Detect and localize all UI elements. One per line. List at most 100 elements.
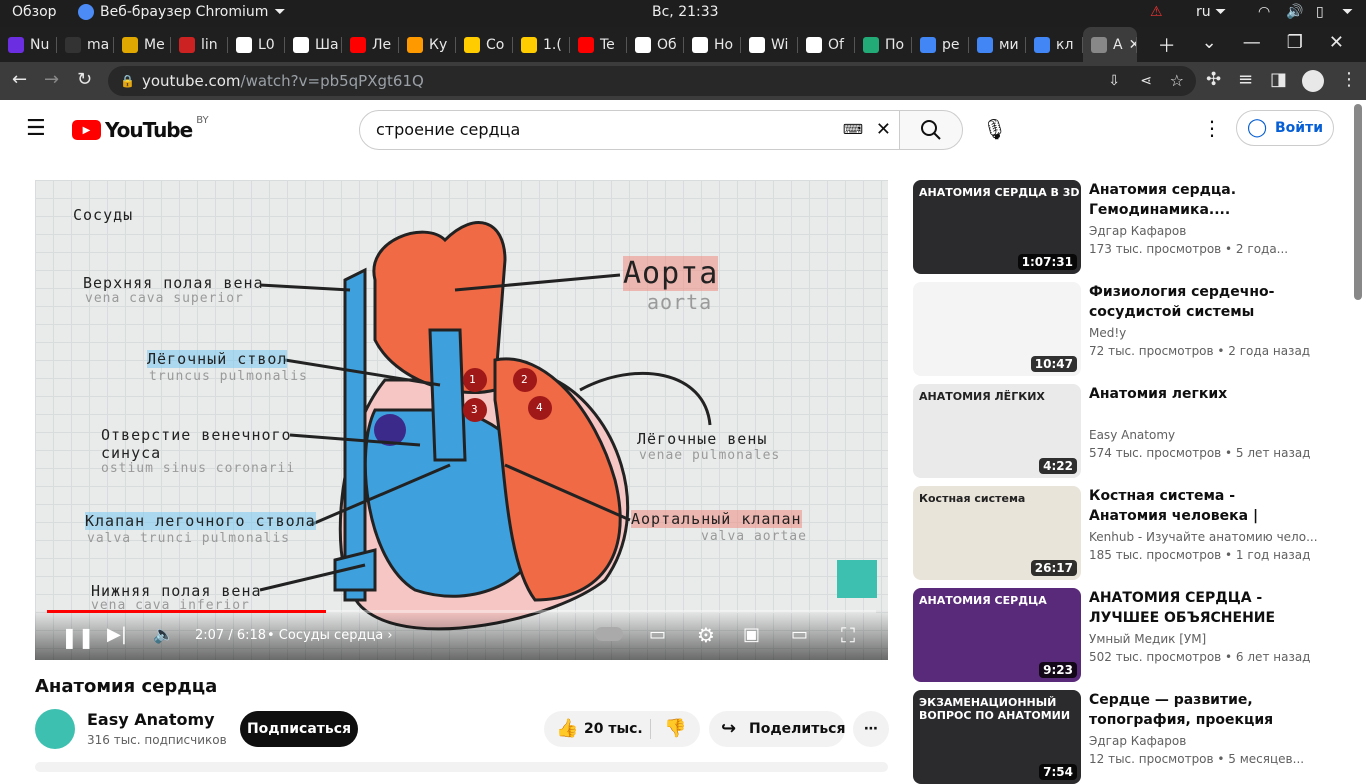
battery-icon[interactable]: ▯: [1316, 4, 1324, 20]
reload-icon[interactable]: ↻: [77, 70, 92, 90]
warning-icon[interactable]: ⚠: [1150, 4, 1163, 20]
settings-gear-icon[interactable]: ⚙: [697, 623, 715, 647]
channel-avatar[interactable]: [35, 709, 75, 749]
browser-tab[interactable]: lin: [171, 27, 228, 62]
next-button[interactable]: ▶|: [107, 624, 127, 645]
related-video[interactable]: АНАТОМИЯ СЕРДЦА В 3D 1:07:31 Анатомия се…: [913, 180, 1333, 274]
browser-tab[interactable]: L0: [228, 27, 285, 62]
browser-tab[interactable]: Te: [570, 27, 627, 62]
related-title[interactable]: Физиология сердечно-сосудистой системы: [1089, 282, 1289, 322]
related-title[interactable]: АНАТОМИЯ СЕРДЦА - ЛУЧШЕЕ ОБЪЯСНЕНИЕ ЗА 1…: [1089, 588, 1289, 628]
site-info-icon[interactable]: 🔒: [120, 66, 135, 96]
volume-icon[interactable]: 🔊: [1286, 4, 1303, 20]
browser-tab[interactable]: ре: [912, 27, 969, 62]
media-controls-icon[interactable]: ≡: [1238, 70, 1253, 90]
related-title[interactable]: Костная система - Анатомия человека | Ke…: [1089, 486, 1289, 526]
browser-tab[interactable]: Ку: [399, 27, 456, 62]
browser-tab[interactable]: ma: [57, 27, 114, 62]
side-panel-icon[interactable]: ◨: [1270, 70, 1287, 90]
clear-search-icon[interactable]: ✕: [876, 111, 891, 149]
related-thumbnail[interactable]: 10:47: [913, 282, 1081, 376]
browser-tab[interactable]: Co: [456, 27, 513, 62]
install-app-icon[interactable]: ⇩: [1108, 66, 1120, 96]
related-channel[interactable]: Easy Anatomy: [1089, 428, 1175, 442]
tab-search-icon[interactable]: ⌄: [1202, 32, 1217, 58]
voice-search-icon[interactable]: 🎙: [982, 117, 1007, 141]
related-thumbnail[interactable]: АНАТОМИЯ СЕРДЦА 9:23: [913, 588, 1081, 682]
related-video[interactable]: АНАТОМИЯ СЕРДЦА 9:23 АНАТОМИЯ СЕРДЦА - Л…: [913, 588, 1333, 682]
progress-bar[interactable]: [47, 610, 876, 613]
description-box[interactable]: [35, 762, 888, 772]
browser-tab[interactable]: Of: [798, 27, 855, 62]
related-channel[interactable]: Эдгар Кафаров: [1089, 734, 1186, 748]
browser-tab[interactable]: А ✕: [1083, 27, 1137, 62]
browser-tab[interactable]: Me: [114, 27, 171, 62]
related-thumbnail[interactable]: ЭКЗАМЕНАЦИОННЫЙ ВОПРОС ПО АНАТОМИИ 7:54: [913, 690, 1081, 784]
like-icon[interactable]: 👍: [556, 711, 578, 747]
minimize-button[interactable]: —: [1243, 32, 1261, 58]
browser-tab[interactable]: 1.(: [513, 27, 570, 62]
signin-button[interactable]: ◯ Войти: [1236, 110, 1334, 146]
browser-tab[interactable]: кл: [1026, 27, 1083, 62]
fullscreen-icon[interactable]: ⛶: [841, 623, 855, 647]
autoplay-toggle[interactable]: [595, 627, 623, 641]
search-input[interactable]: строение сердца ⌨ ✕: [359, 110, 900, 150]
related-video[interactable]: Костная система 26:17 Костная система - …: [913, 486, 1333, 580]
app-menu[interactable]: Веб-браузер Chromium ⏷: [78, 4, 286, 20]
video-player[interactable]: Сосуды Верхняя полая вена vena cava supe…: [35, 180, 888, 660]
close-window-button[interactable]: ✕: [1329, 32, 1344, 58]
search-button[interactable]: [899, 110, 963, 150]
related-video[interactable]: АНАТОМИЯ ЛЁГКИХ 4:22 Анатомия легких Eas…: [913, 384, 1333, 478]
like-count[interactable]: 20 тыс.: [584, 711, 643, 747]
forward-icon[interactable]: →: [44, 70, 59, 90]
related-title[interactable]: Анатомия легких: [1089, 384, 1289, 404]
menu-kebab-icon[interactable]: ⋮: [1340, 70, 1358, 90]
subscribe-button[interactable]: Подписаться: [240, 711, 358, 747]
keyboard-layout[interactable]: ru ⏷: [1196, 4, 1226, 20]
settings-kebab-icon[interactable]: ⋮: [1202, 116, 1222, 140]
power-menu-icon[interactable]: ⏷: [1342, 4, 1353, 20]
related-channel[interactable]: Kenhub - Изучайте анатомию чело...: [1089, 530, 1318, 544]
maximize-button[interactable]: ❐: [1287, 32, 1303, 58]
theater-mode-icon[interactable]: ▭: [791, 624, 808, 645]
related-video[interactable]: 10:47 Физиология сердечно-сосудистой сис…: [913, 282, 1333, 376]
miniplayer-icon[interactable]: ▣: [743, 624, 760, 645]
related-title[interactable]: Сердце — развитие, топография, проекция …: [1089, 690, 1289, 730]
browser-tab[interactable]: Но: [684, 27, 741, 62]
address-bar[interactable]: 🔒 youtube.com/watch?v=pb5qPXgt61Q ⇩ ⋖ ☆: [108, 66, 1196, 96]
youtube-logo[interactable]: ▶ YouTube BY: [72, 115, 209, 142]
profile-icon[interactable]: [1302, 70, 1324, 92]
channel-name[interactable]: Easy Anatomy: [87, 710, 215, 729]
related-channel[interactable]: Умный Медик [УМ]: [1089, 632, 1206, 646]
pause-button[interactable]: ❚❚: [61, 625, 95, 649]
share-button[interactable]: ↪ Поделиться: [709, 711, 845, 747]
browser-tab[interactable]: Wi: [741, 27, 798, 62]
related-title[interactable]: Анатомия сердца. Гемодинамика....: [1089, 180, 1289, 220]
volume-button[interactable]: 🔈: [153, 625, 174, 645]
activities-button[interactable]: Обзор: [12, 4, 57, 20]
clock[interactable]: Вс, 21:33: [652, 4, 719, 20]
subtitles-icon[interactable]: ▭: [649, 624, 666, 645]
wifi-icon[interactable]: ◠: [1258, 4, 1270, 20]
related-channel[interactable]: Эдгар Кафаров: [1089, 224, 1186, 238]
bookmark-star-icon[interactable]: ☆: [1170, 66, 1184, 96]
more-actions-button[interactable]: ⋯: [853, 711, 889, 747]
scrollbar-thumb[interactable]: [1354, 104, 1362, 300]
close-tab-icon[interactable]: ✕: [1129, 37, 1137, 53]
browser-tab[interactable]: Nu: [0, 27, 57, 62]
share-icon[interactable]: ⋖: [1140, 66, 1152, 96]
browser-tab[interactable]: По: [855, 27, 912, 62]
back-icon[interactable]: ←: [12, 70, 27, 90]
related-channel[interactable]: Med!y: [1089, 326, 1126, 340]
related-thumbnail[interactable]: АНАТОМИЯ СЕРДЦА В 3D 1:07:31: [913, 180, 1081, 274]
dislike-icon[interactable]: 👎: [664, 711, 686, 747]
chapter-button[interactable]: • Сосуды сердца ›: [267, 628, 393, 643]
browser-tab[interactable]: Ша: [285, 27, 342, 62]
related-video[interactable]: ЭКЗАМЕНАЦИОННЫЙ ВОПРОС ПО АНАТОМИИ 7:54 …: [913, 690, 1333, 784]
related-thumbnail[interactable]: АНАТОМИЯ ЛЁГКИХ 4:22: [913, 384, 1081, 478]
browser-tab[interactable]: Ле: [342, 27, 399, 62]
new-tab-button[interactable]: ＋: [1158, 32, 1176, 58]
keyboard-icon[interactable]: ⌨: [843, 111, 863, 149]
extensions-icon[interactable]: ✣: [1206, 70, 1221, 90]
hamburger-menu-icon[interactable]: ☰: [26, 116, 46, 141]
